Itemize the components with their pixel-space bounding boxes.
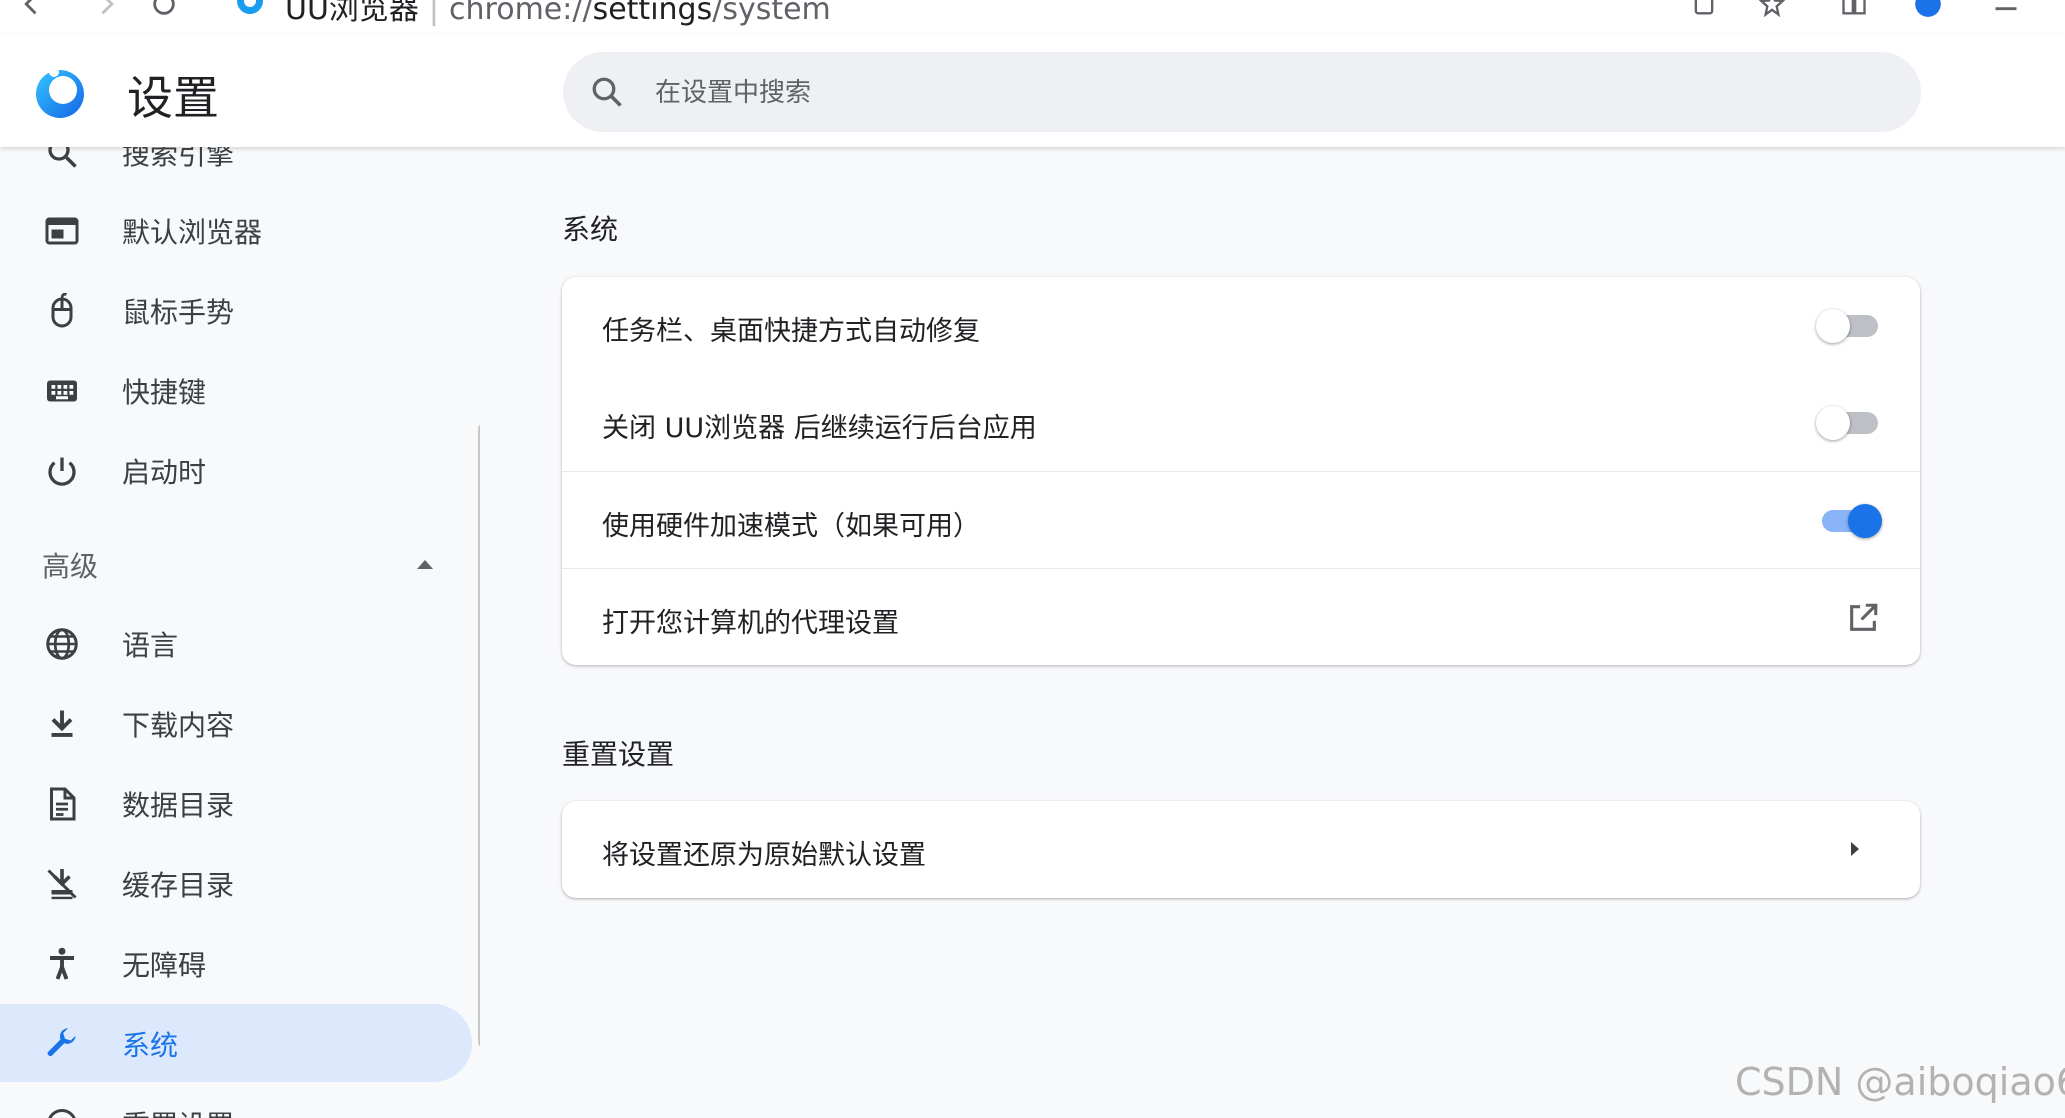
sidebar-item-mouse-gestures[interactable]: 鼠标手势 [0,271,472,349]
sidebar-item-default-browser[interactable]: 默认浏览器 [0,191,472,269]
setting-row-background-apps[interactable]: 关闭 UU浏览器 后继续运行后台应用 [562,374,1920,471]
sidebar-item-label: 鼠标手势 [122,296,235,329]
reset-icon [48,1109,76,1118]
setting-label: 将设置还原为原始默认设置 [602,840,926,871]
setting-row-restore-defaults[interactable]: 将设置还原为原始默认设置 [562,801,1920,898]
settings-search-input[interactable] [653,68,1857,118]
sidebar-item-label: 系统 [122,1029,179,1062]
sidebar-item-cache-directory[interactable]: 缓存目录 [0,844,472,922]
extensions-icon[interactable] [1840,0,1868,18]
sidebar-item-languages[interactable]: 语言 [0,604,472,682]
address-host: settings [592,0,713,27]
sidebar-item-data-directory[interactable]: 数据目录 [0,764,472,842]
sidebar-item-reset-settings[interactable]: 重置设置 [0,1084,472,1118]
external-link-icon[interactable] [1846,601,1880,635]
address-path: /system [712,0,831,27]
address-app-name: UU浏览器 [285,0,419,27]
setting-label: 任务栏、桌面快捷方式自动修复 [602,316,980,347]
setting-label: 关闭 UU浏览器 后继续运行后台应用 [602,413,1037,444]
background-apps-toggle[interactable] [1816,404,1880,440]
cache-icon [47,869,77,900]
search-icon [592,77,622,107]
collapse-arrow-icon[interactable] [415,557,435,571]
accessibility-icon [50,947,74,980]
keyboard-icon [47,380,77,402]
uu-browser-favicon-icon [237,0,263,14]
sidebar-item-label: 搜索引擎 [122,147,235,171]
sidebar-item-label: 无障碍 [122,949,207,982]
hardware-acceleration-toggle[interactable] [1818,502,1882,538]
settings-header: 设置 [0,34,2065,147]
sidebar-item-on-startup[interactable]: 启动时 [0,431,472,509]
advanced-section-toggle[interactable]: 高级 [42,545,98,585]
share-icon[interactable] [1690,0,1718,18]
power-icon [48,457,76,486]
search-icon [48,147,77,168]
address-scheme: chrome:// [449,0,593,27]
system-settings-card: 任务栏、桌面快捷方式自动修复 关闭 UU浏览器 后继续运行后台应用 使用硬件加速… [562,277,1920,665]
reset-settings-card: 将设置还原为原始默认设置 [562,801,1920,898]
reload-icon[interactable] [150,0,178,18]
sidebar-item-shortcuts[interactable]: 快捷键 [0,351,472,429]
mouse-icon [51,293,73,328]
sidebar-item-label: 启动时 [122,456,207,489]
sidebar-item-label: 下载内容 [122,709,235,742]
sidebar-item-system[interactable]: 系统 [0,1004,472,1082]
setting-label: 打开您计算机的代理设置 [602,608,899,639]
sidebar-item-label: 缓存目录 [122,869,235,902]
menu-icon[interactable] [1992,0,2020,18]
document-icon [50,787,76,821]
globe-icon [46,628,78,660]
browser-window-icon [45,217,79,245]
sidebar-item-label: 语言 [122,629,179,662]
browser-toolbar: UU浏览器 | chrome://settings/system [0,0,2065,35]
sidebar-item-label: 重置设置 [122,1104,234,1118]
sidebar: 搜索引擎 默认浏览器 鼠标手势 快捷键 启动时 高级 语言 下载内容 数据目录 … [0,147,480,1118]
setting-row-hardware-acceleration[interactable]: 使用硬件加速模式（如果可用） [562,471,1920,569]
system-section-title: 系统 [562,213,619,246]
forward-icon[interactable] [92,0,120,18]
page-title: 设置 [127,71,219,125]
sidebar-scrollbar[interactable] [478,423,480,1048]
chevron-right-icon[interactable] [1848,839,1862,859]
sidebar-item-downloads[interactable]: 下载内容 [0,684,472,762]
download-icon [51,710,73,737]
bookmark-star-icon[interactable] [1758,0,1786,18]
profile-avatar-icon[interactable] [1914,0,1942,18]
wrench-icon [47,1028,76,1057]
taskbar-autofix-toggle[interactable] [1816,307,1880,343]
sidebar-item-search-engine[interactable]: 搜索引擎 [0,147,472,191]
setting-row-taskbar-autofix[interactable]: 任务栏、桌面快捷方式自动修复 [562,277,1920,374]
settings-search-box[interactable] [563,52,1921,132]
sidebar-item-label: 快捷键 [122,376,207,409]
sidebar-item-label: 数据目录 [122,789,235,822]
sidebar-item-label: 默认浏览器 [122,216,263,249]
setting-row-proxy-settings[interactable]: 打开您计算机的代理设置 [562,568,1920,666]
uu-browser-logo-icon [36,67,84,118]
back-icon[interactable] [18,0,46,18]
setting-label: 使用硬件加速模式（如果可用） [602,511,980,542]
reset-section-title: 重置设置 [562,738,675,771]
watermark: CSDN @aiboqiao6 [1735,1060,2065,1104]
sidebar-item-accessibility[interactable]: 无障碍 [0,924,472,1002]
address-bar[interactable]: UU浏览器 | chrome://settings/system [285,0,831,28]
